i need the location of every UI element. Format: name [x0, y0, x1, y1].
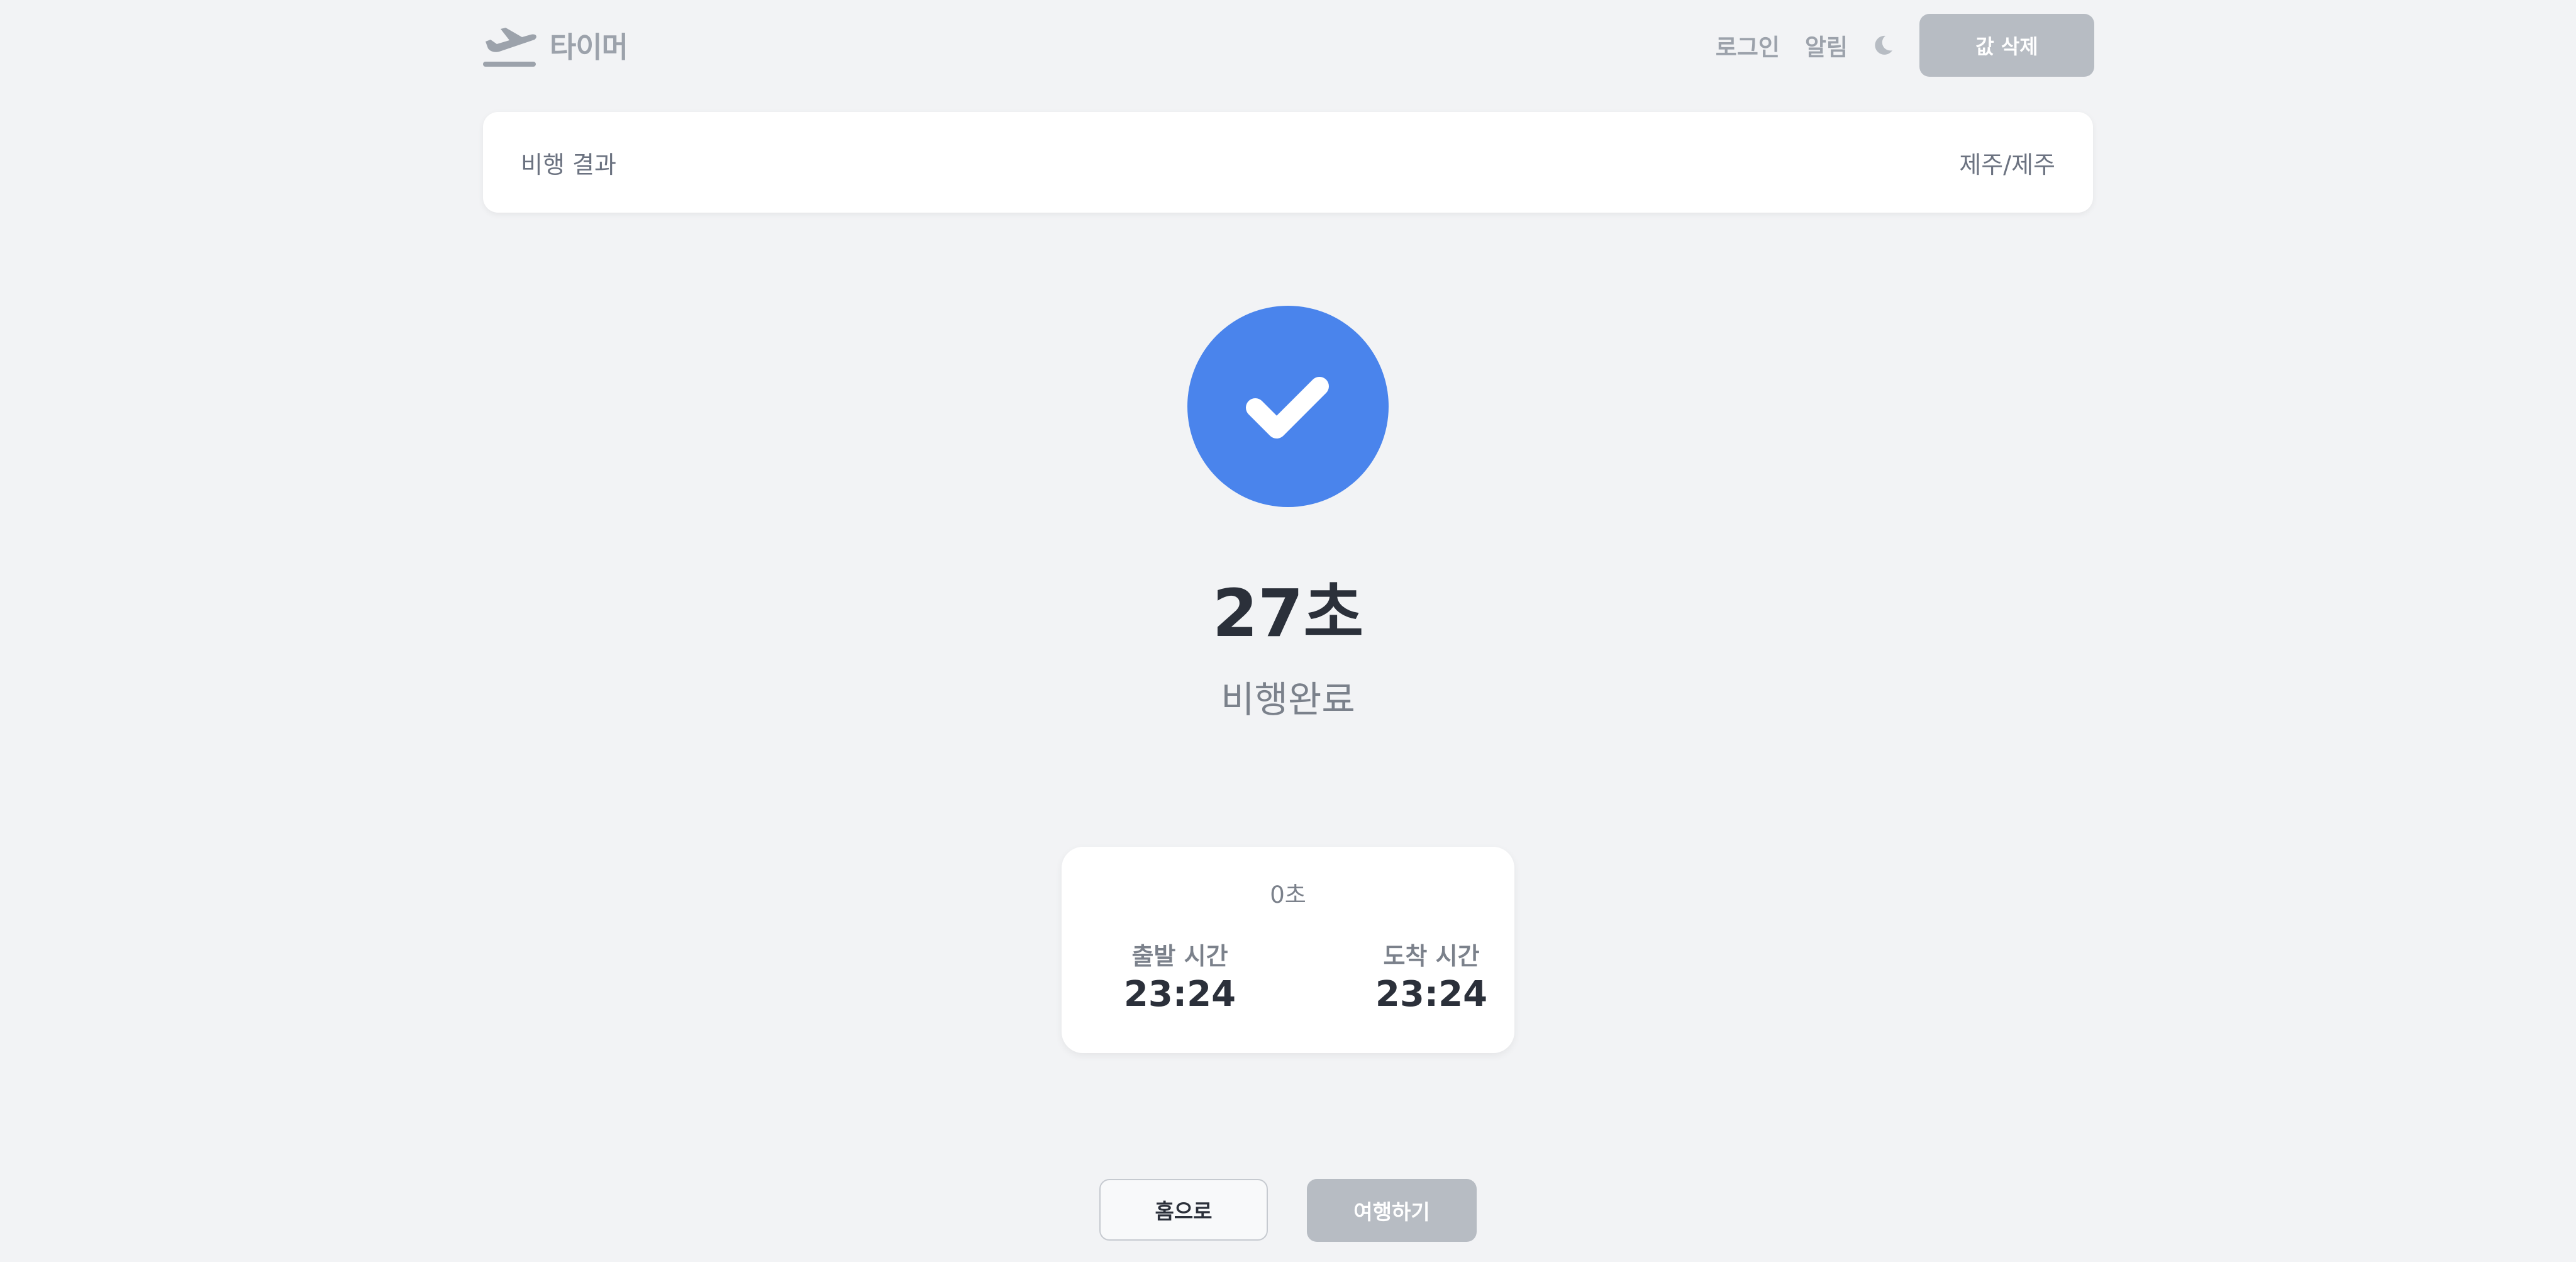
arrival-block: 도착 시간 23:24: [1350, 940, 1513, 1017]
flight-duration: 0초: [1270, 881, 1306, 908]
logo-text: 타이머: [550, 30, 628, 64]
alarm-link[interactable]: 알림: [1805, 28, 1848, 62]
flight-time-card: 0초 출발 시간 23:24 도착 시간 23:24: [1062, 847, 1514, 1053]
departure-time: 23:24: [1123, 974, 1236, 1015]
check-icon: [1187, 306, 1389, 507]
login-link[interactable]: 로그인: [1716, 28, 1780, 62]
airplane-takeoff-icon: [482, 23, 537, 68]
arrival-time: 23:24: [1375, 974, 1488, 1015]
travel-button[interactable]: 여행하기: [1307, 1179, 1477, 1242]
flight-result-page: 타이머 로그인 알림 값 삭제 비행 결과 제주/제주 27초 비행완료 0초 …: [0, 0, 2576, 1262]
elapsed-time: 27초: [1212, 575, 1364, 652]
route-label: 제주/제주: [1959, 150, 2055, 179]
result-title: 비행 결과: [521, 150, 616, 179]
home-button[interactable]: 홈으로: [1099, 1179, 1268, 1241]
departure-label: 출발 시간: [1131, 942, 1228, 970]
app-logo[interactable]: 타이머: [482, 23, 628, 68]
header-nav: 로그인 알림 값 삭제: [1716, 14, 2094, 77]
departure-block: 출발 시간 23:24: [1098, 940, 1262, 1017]
flight-status: 비행완료: [1221, 678, 1355, 721]
result-header-card: 비행 결과 제주/제주: [483, 112, 2093, 213]
moon-icon[interactable]: [1872, 34, 1894, 57]
delete-values-button[interactable]: 값 삭제: [1919, 14, 2094, 77]
arrival-label: 도착 시간: [1383, 942, 1480, 970]
